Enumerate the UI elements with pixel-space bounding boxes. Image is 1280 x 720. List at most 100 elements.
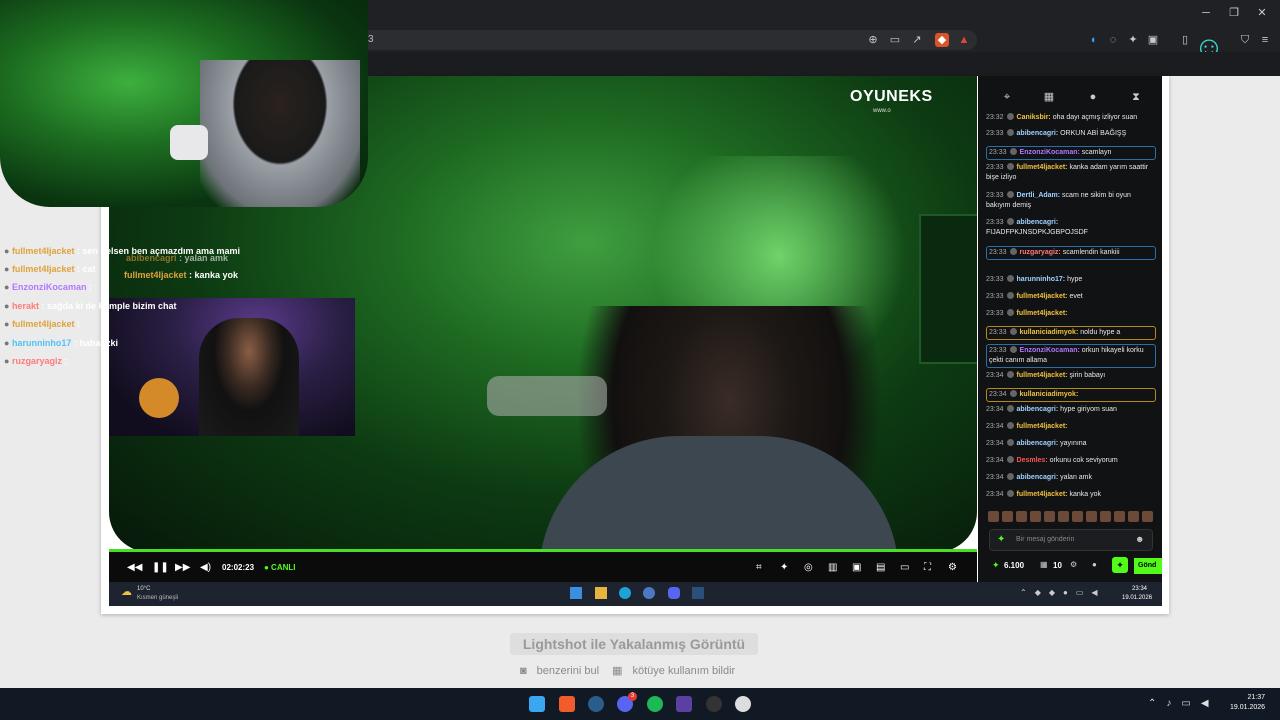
settings-icon[interactable]: ⚙ (948, 562, 957, 574)
forward-icon[interactable]: ▶▶ (175, 562, 190, 574)
vpn-shield-icon[interactable]: ⛉ (1238, 33, 1252, 47)
chat-username[interactable]: ruzgaryagiz: (1020, 249, 1063, 256)
system-tray-icons[interactable]: ⌃♪▭◀ (1148, 698, 1219, 709)
chat-username[interactable]: abibencagri: (1017, 130, 1061, 137)
trash-icon[interactable]: ▦ (1042, 90, 1056, 104)
chat-username[interactable]: kullaniciadimyok: (1020, 329, 1081, 336)
clip-icon[interactable]: ⌗ (756, 562, 762, 574)
chat-text: scamlayn (1081, 149, 1112, 156)
file-explorer-icon[interactable] (595, 587, 607, 599)
steam-icon[interactable] (692, 587, 704, 599)
chat-username[interactable]: fullmet4ljacket: (1017, 372, 1070, 379)
user-avatar (1006, 371, 1014, 378)
sidebar-icon[interactable]: ▯ (1178, 33, 1192, 47)
chat-username[interactable]: Caniksbir: (1017, 114, 1053, 121)
chat-input[interactable]: Bir mesaj gönderin (989, 529, 1153, 551)
steam-icon[interactable] (588, 696, 604, 712)
address-bar[interactable] (360, 30, 977, 50)
emoji-icon[interactable]: ☻ (1135, 534, 1144, 544)
brave-icon[interactable] (559, 696, 575, 712)
edge-icon[interactable] (619, 587, 631, 599)
minimize-button[interactable]: ─ (1199, 6, 1213, 20)
chat-username[interactable]: EnzonziKocaman: (1020, 149, 1082, 156)
emote[interactable] (1002, 511, 1013, 522)
puzzle-icon[interactable]: ✦ (1126, 33, 1140, 47)
chat-username[interactable]: fullmet4ljacket: (1017, 423, 1068, 430)
emote[interactable] (988, 511, 999, 522)
emote[interactable] (1072, 511, 1083, 522)
chat-message: 23:33 Dertli_Adam: scam ne sikim bi oyun … (986, 191, 1156, 211)
emote[interactable] (1058, 511, 1069, 522)
steelseries-icon[interactable] (735, 696, 751, 712)
chat-username[interactable]: fullmet4ljacket: (1017, 491, 1070, 498)
overlay-message: ● fullmet4ljacket : sen gelsen ben açmaz… (4, 245, 240, 257)
emote[interactable] (1030, 511, 1041, 522)
chat-username[interactable]: abibencagri: (1017, 406, 1061, 413)
emote-bar[interactable] (988, 511, 1156, 525)
share-icon[interactable]: ↗ (910, 33, 924, 47)
chat-username[interactable]: kullaniciadimyok: (1020, 391, 1079, 398)
volume-icon[interactable]: ◀) (200, 562, 211, 574)
audio-icon[interactable]: ◖ (1086, 33, 1100, 47)
emote[interactable] (1086, 511, 1097, 522)
user-avatar (1009, 328, 1017, 335)
find-similar-link[interactable]: benzerini bul (537, 665, 599, 677)
chapter-icon[interactable]: ◎ (804, 562, 813, 574)
chat-timestamp: 23:33 (986, 293, 1004, 300)
report-abuse-link[interactable]: kötüye kullanım bildir (633, 665, 736, 677)
brave-shields-icon[interactable]: ◆ (935, 33, 949, 47)
emote-picker-icon[interactable]: ✦ (997, 534, 1005, 545)
chat-message: 23:34 fullmet4ljacket: (986, 422, 1156, 432)
discord-icon[interactable] (668, 587, 680, 599)
zoom-icon[interactable]: ⊕ (866, 33, 880, 47)
chat-username[interactable]: Dertli_Adam: (1017, 192, 1063, 199)
menu-icon[interactable]: ≡ (1258, 33, 1272, 47)
pin-icon[interactable]: ⌖ (1000, 90, 1014, 104)
emote[interactable] (1044, 511, 1055, 522)
fullscreen-icon[interactable]: ⛶ (924, 562, 931, 574)
pause-icon[interactable]: ❚❚ (152, 562, 169, 574)
app-icon[interactable] (676, 696, 692, 712)
maximize-button[interactable]: ❐ (1227, 6, 1241, 20)
emote[interactable] (1142, 511, 1153, 522)
close-button[interactable]: ✕ (1255, 6, 1269, 20)
obs-icon[interactable] (706, 696, 722, 712)
screenshot-icon[interactable]: ▣ (1146, 33, 1160, 47)
footer-links: ◙ benzerini bul ▦ kötüye kullanım bildir (520, 664, 745, 677)
app-icon[interactable] (643, 587, 655, 599)
stats-icon[interactable]: ▥ (828, 562, 837, 574)
chat-username[interactable]: fullmet4ljacket: (1017, 310, 1068, 317)
chat-username[interactable]: EnzonziKocaman: (1020, 347, 1082, 354)
miniplayer-icon[interactable]: ▤ (876, 562, 885, 574)
brave-rewards-icon[interactable]: ▲ (957, 33, 971, 47)
hourglass-icon[interactable]: ⧗ (1129, 90, 1143, 104)
rewind-icon[interactable]: ◀◀ (127, 562, 142, 574)
emote[interactable] (1128, 511, 1139, 522)
chat-bubble-icon[interactable]: ● (1086, 90, 1100, 104)
sparkle-icon[interactable]: ✦ (780, 562, 788, 574)
chat-username[interactable]: harunninho17: (1017, 276, 1068, 283)
send-button[interactable]: Gönd (1134, 558, 1162, 574)
chat-message: 23:33 EnzonziKocaman: orkun hikayeli kork… (986, 344, 1156, 368)
chat-username[interactable]: fullmet4ljacket: (1017, 293, 1070, 300)
pip-icon[interactable]: ▣ (852, 562, 861, 574)
user-avatar (1006, 439, 1014, 446)
extension-icon[interactable]: ◌ (1106, 33, 1120, 47)
chat-username[interactable]: abibencagri: (1017, 440, 1061, 447)
chat-username[interactable]: Desmles: (1017, 457, 1050, 464)
cast-icon[interactable]: ▭ (888, 33, 902, 47)
emote[interactable] (1016, 511, 1027, 522)
kick-icon[interactable]: ✦ (1112, 557, 1128, 573)
chat-username[interactable]: fullmet4ljacket: (1017, 164, 1070, 171)
windows-start-icon[interactable] (570, 587, 582, 599)
chat-username[interactable]: abibencagri: (1017, 219, 1059, 226)
tray-icons[interactable]: ⌃◆◆●▭◀ (1020, 588, 1106, 597)
start-icon[interactable] (529, 696, 545, 712)
chat-settings-icon[interactable]: ⚙ (1070, 560, 1077, 569)
emote[interactable] (1100, 511, 1111, 522)
chat-username[interactable]: abibencagri: (1017, 474, 1061, 481)
emote[interactable] (1114, 511, 1125, 522)
theater-icon[interactable]: ▭ (900, 562, 909, 574)
chat-bubble-footer-icon[interactable]: ● (1092, 560, 1097, 569)
spotify-icon[interactable] (647, 696, 663, 712)
